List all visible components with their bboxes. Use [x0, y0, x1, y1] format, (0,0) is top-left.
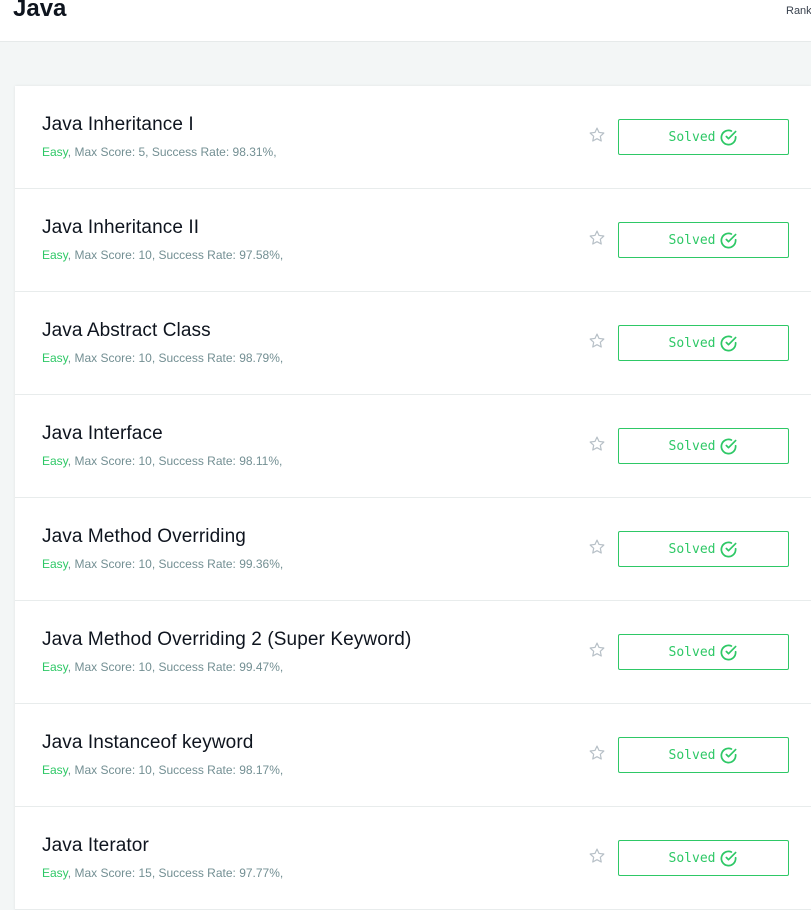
challenge-row: Java Inheritance II Easy, Max Score: 10,…: [15, 189, 811, 292]
challenge-title[interactable]: Java Iterator: [42, 835, 149, 857]
challenge-list: Java Inheritance I Easy, Max Score: 5, S…: [15, 86, 811, 910]
score-info: , Max Score: 5, Success Rate: 98.31%,: [67, 145, 277, 159]
solved-label: Solved: [668, 747, 716, 763]
check-circle-icon: [721, 129, 737, 145]
solved-button[interactable]: Solved: [618, 737, 789, 773]
page-title: Java: [13, 0, 67, 22]
score-info: , Max Score: 10, Success Rate: 98.17%,: [67, 763, 284, 777]
challenge-meta: Easy, Max Score: 10, Success Rate: 99.47…: [42, 660, 283, 674]
check-circle-icon: [721, 644, 737, 660]
star-icon[interactable]: [588, 847, 606, 865]
check-circle-icon: [721, 335, 737, 351]
difficulty-label: Easy: [42, 763, 68, 777]
star-icon[interactable]: [588, 538, 606, 556]
difficulty-label: Easy: [42, 557, 68, 571]
score-info: , Max Score: 10, Success Rate: 99.47%,: [67, 660, 284, 674]
solved-label: Solved: [668, 129, 716, 145]
star-icon[interactable]: [588, 332, 606, 350]
solved-label: Solved: [668, 335, 716, 351]
star-icon[interactable]: [588, 126, 606, 144]
challenge-title[interactable]: Java Method Overriding 2 (Super Keyword): [42, 629, 411, 651]
rank-link[interactable]: Rank: [786, 5, 811, 17]
challenge-title[interactable]: Java Instanceof keyword: [42, 732, 253, 754]
challenge-row: Java Method Overriding Easy, Max Score: …: [15, 498, 811, 601]
solved-button[interactable]: Solved: [618, 119, 789, 155]
difficulty-label: Easy: [42, 351, 68, 365]
difficulty-label: Easy: [42, 660, 68, 674]
solved-label: Solved: [668, 232, 716, 248]
check-circle-icon: [721, 747, 737, 763]
solved-button[interactable]: Solved: [618, 531, 789, 567]
star-icon[interactable]: [588, 744, 606, 762]
star-icon[interactable]: [588, 641, 606, 659]
challenge-row: Java Iterator Easy, Max Score: 15, Succe…: [15, 807, 811, 910]
challenge-row: Java Interface Easy, Max Score: 10, Succ…: [15, 395, 811, 498]
score-info: , Max Score: 10, Success Rate: 99.36%,: [67, 557, 284, 571]
difficulty-label: Easy: [42, 145, 68, 159]
solved-button[interactable]: Solved: [618, 325, 789, 361]
challenge-row: Java Instanceof keyword Easy, Max Score:…: [15, 704, 811, 807]
solved-label: Solved: [668, 438, 716, 454]
challenge-meta: Easy, Max Score: 10, Success Rate: 97.58…: [42, 248, 283, 262]
challenge-title[interactable]: Java Inheritance II: [42, 217, 199, 239]
challenge-meta: Easy, Max Score: 10, Success Rate: 99.36…: [42, 557, 283, 571]
challenge-meta: Easy, Max Score: 15, Success Rate: 97.77…: [42, 866, 283, 880]
top-header: Java Rank: [0, 0, 811, 42]
check-circle-icon: [721, 541, 737, 557]
challenge-meta: Easy, Max Score: 10, Success Rate: 98.79…: [42, 351, 283, 365]
challenge-row: Java Inheritance I Easy, Max Score: 5, S…: [15, 86, 811, 189]
difficulty-label: Easy: [42, 248, 68, 262]
solved-button[interactable]: Solved: [618, 222, 789, 258]
challenge-title[interactable]: Java Method Overriding: [42, 526, 246, 548]
check-circle-icon: [721, 232, 737, 248]
challenge-title[interactable]: Java Abstract Class: [42, 320, 211, 342]
star-icon[interactable]: [588, 435, 606, 453]
score-info: , Max Score: 10, Success Rate: 97.58%,: [67, 248, 284, 262]
challenge-row: Java Method Overriding 2 (Super Keyword)…: [15, 601, 811, 704]
star-icon[interactable]: [588, 229, 606, 247]
challenge-meta: Easy, Max Score: 10, Success Rate: 98.17…: [42, 763, 283, 777]
solved-button[interactable]: Solved: [618, 428, 789, 464]
challenge-title[interactable]: Java Inheritance I: [42, 114, 194, 136]
challenge-row: Java Abstract Class Easy, Max Score: 10,…: [15, 292, 811, 395]
solved-button[interactable]: Solved: [618, 634, 789, 670]
check-circle-icon: [721, 850, 737, 866]
solved-label: Solved: [668, 644, 716, 660]
difficulty-label: Easy: [42, 454, 68, 468]
challenge-title[interactable]: Java Interface: [42, 423, 163, 445]
solved-label: Solved: [668, 541, 716, 557]
check-circle-icon: [721, 438, 737, 454]
challenge-meta: Easy, Max Score: 10, Success Rate: 98.11…: [42, 454, 282, 468]
score-info: , Max Score: 15, Success Rate: 97.77%,: [67, 866, 284, 880]
challenge-meta: Easy, Max Score: 5, Success Rate: 98.31%…: [42, 145, 277, 159]
difficulty-label: Easy: [42, 866, 68, 880]
score-info: , Max Score: 10, Success Rate: 98.79%,: [67, 351, 284, 365]
solved-button[interactable]: Solved: [618, 840, 789, 876]
score-info: , Max Score: 10, Success Rate: 98.11%,: [67, 454, 283, 468]
solved-label: Solved: [668, 850, 716, 866]
